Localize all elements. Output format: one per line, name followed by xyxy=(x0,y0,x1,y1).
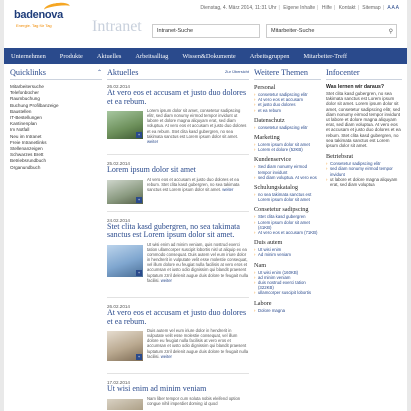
zoom-icon[interactable]: + xyxy=(136,132,142,139)
theme-link[interactable]: Lorem et dolore (52KB) xyxy=(254,147,321,152)
theme-heading: Kundenservice xyxy=(254,156,292,164)
search-placeholder: Intranet-Suche xyxy=(157,28,194,34)
news-item: 26.02.2014 At vero eos et accusam et jus… xyxy=(107,304,249,375)
brand-tagline: Energie. Tag für Tag xyxy=(16,23,52,28)
news-column: Aktuelles Zur Übersicht 26.02.2014 At ver… xyxy=(107,68,249,411)
news-body: + Lorem ipsum dolor sit amet, consetetur… xyxy=(107,108,249,150)
theme-heading: Datenschutz xyxy=(254,116,285,124)
theme-link[interactable]: Lorem ipsum dolor sit amet (41KB) xyxy=(254,220,321,230)
theme-link[interactable]: duis nostrud exerci tation (322KB) xyxy=(254,280,321,290)
theme-heading: Labore xyxy=(254,299,272,307)
main-navigation: Unternehmen Produkte Aktuelles Arbeitsal… xyxy=(4,48,407,64)
theme-link[interactable]: et ea rebum xyxy=(254,108,321,113)
news-item: 26.02.2014 At vero eos et accusam et jus… xyxy=(107,84,249,156)
people-search-input[interactable]: Mitarbeiter-Suche ⚲ xyxy=(266,24,397,38)
theme-link[interactable]: Ad minim veniam xyxy=(254,252,321,257)
theme-heading: Marketing xyxy=(254,134,280,142)
intranet-search-input[interactable]: Intranet-Suche xyxy=(152,24,260,38)
news-item: 25.02.2014 Lorem ipsum dolor sit amet + … xyxy=(107,161,249,212)
more-link[interactable]: weiter xyxy=(147,139,158,144)
nav-arbeitsgruppen[interactable]: Arbeitsgruppen xyxy=(243,53,297,60)
link-eigene-inhalte[interactable]: Eigene Inhalte xyxy=(283,5,315,11)
infocenter-subheading: Betriebsrat xyxy=(326,153,354,161)
quicklinks-panel: Quicklinks ⌃ Mitarbeitersuche Telefonbüch… xyxy=(10,68,102,171)
theme-link[interactable]: no sea takimata sanctus est Lorem ipsum … xyxy=(254,192,321,202)
infocenter-question: Was lernen wir daraus? xyxy=(326,84,385,90)
news-item: 17.02.2014 Ut wisi enim ad minim veniam … xyxy=(107,380,249,411)
nav-wissen-dokumente[interactable]: Wissen&Dokumente xyxy=(175,53,242,60)
infocenter-column: Infocenter Was lernen wir daraus? Stet c… xyxy=(326,68,402,187)
nav-aktuelles[interactable]: Aktuelles xyxy=(90,53,129,60)
nav-mitarbeiter-treff[interactable]: Mitarbeiter-Treff xyxy=(296,53,354,60)
nav-unternehmen[interactable]: Unternehmen xyxy=(4,53,53,60)
news-body: Nam liber tempor cum soluta nobis eleife… xyxy=(107,396,249,410)
news-body: + At vero eos et accusam et justo duo do… xyxy=(107,177,249,207)
nav-arbeitsalltag[interactable]: Arbeitsalltag xyxy=(128,53,175,60)
search-icon[interactable]: ⚲ xyxy=(389,28,393,35)
more-link[interactable]: weiter xyxy=(161,278,172,283)
news-title: Aktuelles Zur Übersicht xyxy=(107,68,249,80)
news-image[interactable]: + xyxy=(107,111,143,140)
theme-heading: Schulungskatalog xyxy=(254,184,298,192)
news-headline[interactable]: Lorem ipsum dolor sit amet xyxy=(107,166,249,175)
theme-link[interactable]: sed diam voluptua. At vero eos xyxy=(254,175,321,180)
nav-produkte[interactable]: Produkte xyxy=(53,53,90,60)
news-image[interactable]: + xyxy=(107,179,143,204)
intranet-page: badenova Energie. Tag für Tag Intranet D… xyxy=(4,0,407,411)
infocenter-link[interactable]: ut labore et dolore magna aliquyam erat,… xyxy=(326,177,402,187)
people-search-placeholder: Mitarbeiter-Suche xyxy=(271,28,315,34)
zoom-icon[interactable]: + xyxy=(136,196,142,203)
link-kontakt[interactable]: Kontakt xyxy=(339,5,356,11)
theme-link[interactable]: At vero eos et accusam (71KB) xyxy=(254,230,321,235)
current-date: Dienstag, 4. März 2014, 11:31 Uhr xyxy=(200,5,277,11)
logo-swoosh-icon xyxy=(43,1,71,15)
theme-heading: Consetetur sadipscing xyxy=(254,206,309,214)
news-headline[interactable]: At vero eos et accusam et justo duo dolo… xyxy=(107,308,249,326)
news-image[interactable]: + xyxy=(107,244,143,277)
quicklink[interactable]: Organundbuch xyxy=(10,165,102,171)
news-image[interactable]: + xyxy=(107,331,143,362)
infocenter-text: Stet clita kasd gubergren, no sea takima… xyxy=(326,91,401,149)
news-body: + Ut wisi enim ad minim veniam, quis nos… xyxy=(107,242,249,293)
link-hilfe[interactable]: Hilfe xyxy=(322,5,332,11)
theme-heading: Nam xyxy=(254,261,267,269)
infocenter-title: Infocenter xyxy=(326,68,402,80)
quicklinks-title: Quicklinks ⌃ xyxy=(10,68,102,80)
theme-link[interactable]: consetetur sadipscing elitr xyxy=(254,125,321,130)
theme-link[interactable]: Dolore magna xyxy=(254,308,321,313)
more-link[interactable]: weiter xyxy=(222,187,233,192)
theme-heading: Personal xyxy=(254,84,276,91)
themes-column: Weitere Themen Personal consetetur sadip… xyxy=(254,68,321,313)
news-headline[interactable]: Stet clita kasd gubergren, no sea takima… xyxy=(107,222,249,240)
news-item: 24.02.2014 Stet clita kasd gubergren, no… xyxy=(107,218,249,298)
zoom-icon[interactable]: + xyxy=(136,269,142,276)
chevron-up-icon[interactable]: ⌃ xyxy=(97,69,102,76)
site-title: Intranet xyxy=(92,18,142,35)
news-image[interactable] xyxy=(107,398,143,410)
theme-link[interactable]: Sed diam nonumy eirmod tempor invidunt xyxy=(254,164,321,174)
infocenter-link[interactable]: sed diam nonumy eirmod tempor invidunt xyxy=(326,166,402,176)
theme-link[interactable]: ullamcorper suscipit lobortis xyxy=(254,290,321,295)
themes-title: Weitere Themen xyxy=(254,68,321,80)
meta-links: Dienstag, 4. März 2014, 11:31 Uhr | Eigen… xyxy=(200,5,399,11)
link-sitemap[interactable]: Sitemap xyxy=(362,5,380,11)
more-link[interactable]: weiter xyxy=(161,354,172,359)
overview-link[interactable]: Zur Übersicht xyxy=(225,69,249,74)
zoom-icon[interactable]: + xyxy=(136,354,142,361)
news-headline[interactable]: At vero eos et accusam et justo duo dolo… xyxy=(107,88,249,106)
quicklinks-list: Mitarbeitersuche Telefonbücher Raumbuchu… xyxy=(10,84,102,171)
news-headline[interactable]: Ut wisi enim ad minim veniam xyxy=(107,385,249,394)
font-size-switch[interactable]: A A A xyxy=(387,5,399,11)
news-body: + Duis autem vel eum iriure dolor in hen… xyxy=(107,328,249,369)
theme-heading: Duis autem xyxy=(254,239,283,247)
top-bar: badenova Energie. Tag für Tag Intranet D… xyxy=(4,0,407,48)
